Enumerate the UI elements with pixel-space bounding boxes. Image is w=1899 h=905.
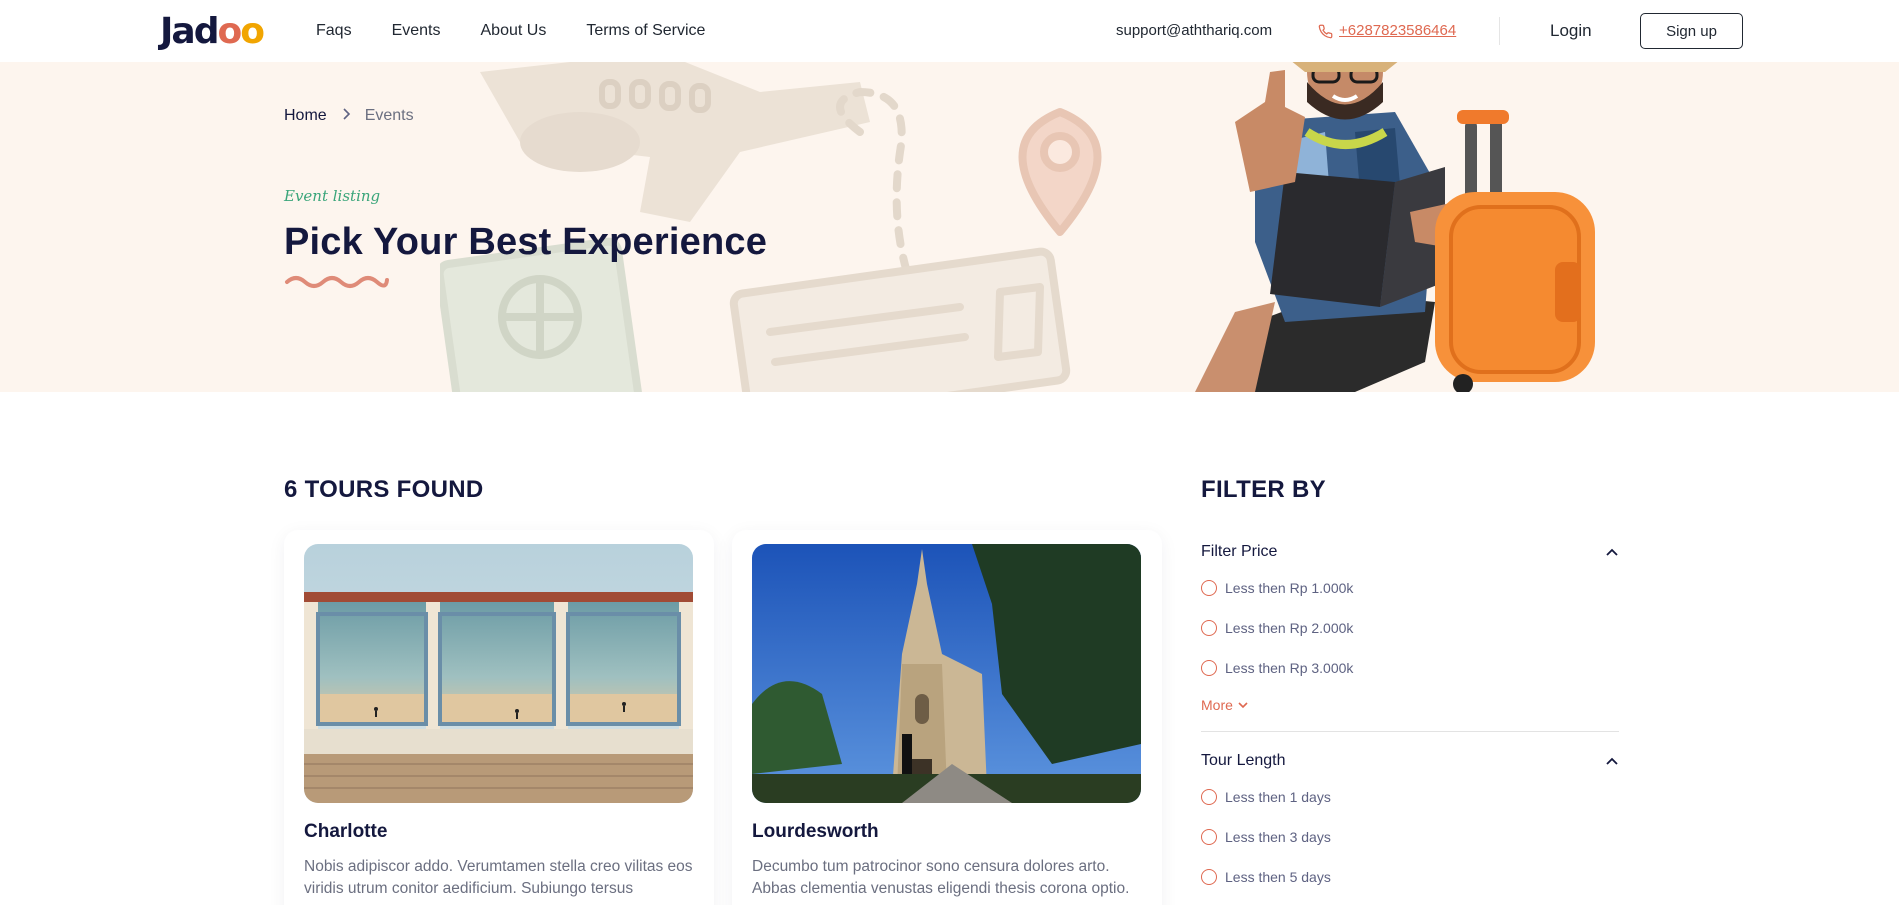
nav-link-faqs[interactable]: Faqs [316, 20, 352, 42]
nav-divider [1499, 17, 1500, 45]
signup-button[interactable]: Sign up [1640, 13, 1743, 49]
nav-link-about-us[interactable]: About Us [481, 20, 547, 42]
filter-option[interactable]: Less then Rp 3.000k [1201, 659, 1353, 677]
filter-option-label: Less then Rp 2.000k [1225, 620, 1354, 636]
phone-number: +6287823586464 [1339, 22, 1457, 39]
nav-link-events[interactable]: Events [392, 20, 441, 42]
navbar: Jadoo Faqs Events About Us Terms of Serv… [0, 0, 1899, 62]
breadcrumb-home[interactable]: Home [284, 105, 327, 127]
radio-button[interactable] [1201, 789, 1217, 805]
filter-group-label: Tour Length [1201, 752, 1286, 769]
tours-found-heading: 6 TOURS FOUND [284, 476, 484, 503]
tour-description: Decumbo tum patrocinor sono censura dolo… [752, 858, 1130, 897]
filter-option-label: Less then Rp 3.000k [1225, 660, 1354, 676]
radio-button[interactable] [1201, 829, 1217, 845]
chevron-up-icon[interactable] [1605, 754, 1619, 768]
squiggle-decoration [285, 276, 389, 288]
filter-option[interactable]: Less then 5 days [1201, 868, 1331, 886]
filter-group-label: Filter Price [1201, 543, 1278, 560]
breadcrumb-current: Events [364, 107, 414, 124]
more-label: More [1201, 697, 1233, 713]
tour-description: Nobis adipiscor addo. Verumtamen stella … [304, 858, 693, 897]
filter-option[interactable]: Less then 3 days [1201, 828, 1331, 846]
radio-button[interactable] [1201, 620, 1217, 636]
main-nav: Faqs Events About Us Terms of Service [316, 20, 705, 42]
divider [1201, 731, 1619, 732]
tour-image-beach [304, 544, 693, 803]
hero-banner: Home Events Event listing Pick Your Best… [0, 62, 1899, 392]
filter-option[interactable]: Less then Rp 2.000k [1201, 619, 1353, 637]
tour-card[interactable]: Charlotte Nobis adipiscor addo. Verumtam… [284, 530, 714, 905]
hero-eyebrow: Event listing [284, 187, 381, 205]
tour-name[interactable]: Charlotte [304, 819, 387, 845]
page-title: Pick Your Best Experience [284, 221, 768, 263]
support-email[interactable]: support@aththariq.com [1116, 21, 1272, 41]
jadoo-logo[interactable]: Jadoo [160, 10, 265, 54]
filter-option[interactable]: Less then Rp 1.000k [1201, 579, 1353, 597]
chevron-down-icon [1238, 701, 1248, 708]
filter-option-label: Less then Rp 1.000k [1225, 580, 1354, 596]
nav-link-terms[interactable]: Terms of Service [586, 20, 705, 42]
filter-option-label: Less then 3 days [1225, 829, 1331, 845]
login-link[interactable]: Login [1550, 20, 1592, 42]
phone-icon [1318, 24, 1333, 38]
chevron-up-icon[interactable] [1605, 545, 1619, 559]
tour-card[interactable]: Lourdesworth Decumbo tum patrocinor sono… [732, 530, 1162, 905]
breadcrumb: Home Events [284, 105, 414, 127]
tour-name[interactable]: Lourdesworth [752, 819, 879, 845]
traveler-illustration [1195, 62, 1595, 392]
tour-image-cathedral [752, 544, 1141, 803]
filter-heading: FILTER BY [1201, 476, 1326, 503]
filter-group-length-header[interactable]: Tour Length [1201, 750, 1619, 772]
phone-link[interactable]: +6287823586464 [1318, 21, 1456, 41]
filter-option[interactable]: Less then 1 days [1201, 788, 1331, 806]
more-options-link[interactable]: More [1201, 696, 1248, 714]
radio-button[interactable] [1201, 660, 1217, 676]
chevron-right-icon [341, 105, 351, 127]
radio-button[interactable] [1201, 869, 1217, 885]
filter-option-label: Less then 1 days [1225, 789, 1331, 805]
filter-option-label: Less then 5 days [1225, 869, 1331, 885]
radio-button[interactable] [1201, 580, 1217, 596]
filter-group-price-header[interactable]: Filter Price [1201, 541, 1619, 563]
